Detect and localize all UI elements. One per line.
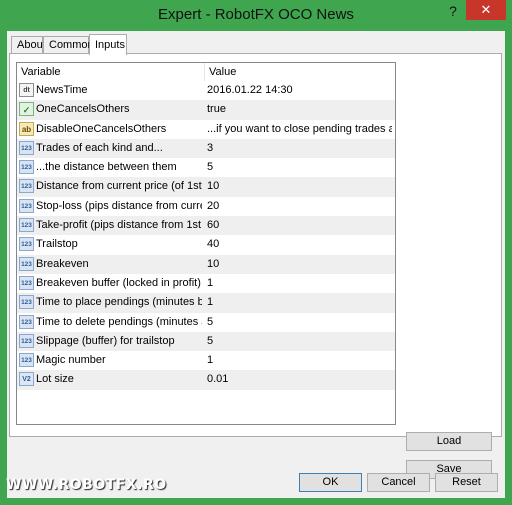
int-icon: 123: [19, 256, 34, 271]
int-icon: 123: [19, 353, 34, 368]
table-row[interactable]: 123 Slippage (buffer) for trailstop 5: [17, 331, 395, 352]
double-icon: V2: [19, 372, 34, 387]
variable-name: Trades of each kind and...: [36, 141, 163, 154]
variable-value[interactable]: 20: [207, 197, 392, 216]
table-row[interactable]: ab DisableOneCancelsOthers ...if you want …: [17, 120, 395, 139]
variable-name: Stop-loss (pips distance from current pr…: [36, 199, 202, 212]
tab-common[interactable]: Common: [43, 36, 94, 53]
variable-name: Slippage (buffer) for trailstop: [36, 334, 175, 347]
int-icon: 123: [19, 140, 34, 155]
cancel-button[interactable]: Cancel: [367, 473, 430, 492]
variable-name: Magic number: [36, 354, 106, 367]
table-row[interactable]: 123 ...the distance between them 5: [17, 158, 395, 177]
reset-button[interactable]: Reset: [435, 473, 498, 492]
table-row[interactable]: dt NewsTime 2016.01.22 14:30: [17, 81, 395, 100]
int-icon: 123: [19, 198, 34, 213]
variable-name: DisableOneCancelsOthers: [36, 122, 167, 135]
variable-value[interactable]: true: [207, 100, 392, 119]
table-row[interactable]: 123 Trailstop 40: [17, 235, 395, 254]
table-row[interactable]: 123 Breakeven 10: [17, 254, 395, 274]
int-icon: 123: [19, 275, 34, 290]
variable-name: Breakeven buffer (locked in profit): [36, 276, 201, 289]
variable-value[interactable]: 5: [207, 313, 392, 332]
variable-name: Time to delete pendings (minutes after n…: [36, 315, 202, 328]
table-row[interactable]: 123Stop-loss (pips distance from current…: [17, 197, 395, 216]
string-icon: ab: [19, 121, 34, 136]
watermark-text: WWW.ROBOTFX.RO: [6, 477, 167, 493]
int-icon: 123: [19, 218, 34, 233]
variable-name: Lot size: [36, 373, 74, 386]
table-row[interactable]: 123Take-profit (pips distance from 1st o…: [17, 216, 395, 236]
variable-value[interactable]: 1: [207, 293, 392, 312]
variable-value[interactable]: 0.01: [207, 370, 392, 389]
variable-column-header[interactable]: Variable: [17, 63, 207, 81]
variable-value[interactable]: 10: [207, 177, 392, 196]
variable-name: Breakeven: [36, 257, 89, 270]
load-button[interactable]: Load: [406, 432, 492, 451]
close-button[interactable]: ✕: [466, 0, 506, 20]
bool-icon: ✓: [19, 102, 34, 117]
variable-value[interactable]: 1: [207, 274, 392, 293]
int-icon: 123: [19, 237, 34, 252]
variable-name: Distance from current price (of 1st pend…: [36, 180, 202, 193]
table-row[interactable]: 123Time to delete pendings (minutes afte…: [17, 313, 395, 332]
int-icon: 123: [19, 333, 34, 348]
variable-name: OneCancelsOthers: [36, 103, 130, 116]
int-icon: 123: [19, 295, 34, 310]
variable-value[interactable]: 3: [207, 139, 392, 158]
table-row[interactable]: ✓ OneCancelsOthers true: [17, 100, 395, 120]
value-column-header[interactable]: Value: [204, 63, 389, 81]
inputs-grid: Variable Value dt NewsTime 2016.01.22 14:3…: [16, 62, 396, 425]
title-bar[interactable]: Expert - RobotFX OCO News ? ✕: [0, 0, 512, 30]
variable-value[interactable]: 5: [207, 332, 392, 351]
grid-header: Variable Value: [17, 63, 395, 81]
variable-value[interactable]: 1: [207, 351, 392, 370]
table-row[interactable]: 123 Magic number 1: [17, 351, 395, 370]
variable-value[interactable]: 40: [207, 235, 392, 254]
table-row[interactable]: V2 Lot size 0.01: [17, 370, 395, 390]
variable-value[interactable]: 2016.01.22 14:30: [207, 81, 392, 100]
int-icon: 123: [19, 160, 34, 175]
table-row[interactable]: 123 Trades of each kind and... 3: [17, 138, 395, 159]
variable-value[interactable]: 60: [207, 216, 392, 235]
ok-button[interactable]: OK: [299, 473, 362, 492]
table-row[interactable]: 123 Breakeven buffer (locked in profit) 1: [17, 274, 395, 293]
variable-name: NewsTime: [36, 84, 88, 96]
dialog-client-area: About Common Inputs Variable Value dt New…: [7, 31, 505, 498]
int-icon: 123: [19, 314, 34, 329]
variable-value[interactable]: ...if you want to close pending trades a…: [207, 120, 392, 139]
tab-about[interactable]: About: [11, 36, 46, 53]
table-row[interactable]: 123Distance from current price (of 1st p…: [17, 177, 395, 197]
expert-properties-window: Expert - RobotFX OCO News ? ✕ About Comm…: [0, 0, 512, 505]
help-button[interactable]: ?: [442, 1, 464, 21]
tab-inputs[interactable]: Inputs: [89, 34, 127, 55]
int-icon: 123: [19, 179, 34, 194]
variable-name: Time to place pendings (minutes before .…: [36, 296, 202, 309]
variable-name: Take-profit (pips distance from 1st orde…: [36, 219, 202, 232]
inputs-panel: Variable Value dt NewsTime 2016.01.22 14:3…: [9, 53, 502, 479]
variable-name: Trailstop: [36, 238, 78, 251]
grid-rows: dt NewsTime 2016.01.22 14:30 ✓ OneCancelsOth…: [17, 81, 395, 390]
variable-value[interactable]: 10: [207, 255, 392, 274]
window-title: Expert - RobotFX OCO News: [158, 6, 354, 23]
datetime-icon: dt: [19, 83, 34, 97]
variable-value[interactable]: 5: [207, 158, 392, 177]
table-row[interactable]: 123Time to place pendings (minutes befor…: [17, 293, 395, 313]
variable-name: ...the distance between them: [36, 161, 177, 174]
